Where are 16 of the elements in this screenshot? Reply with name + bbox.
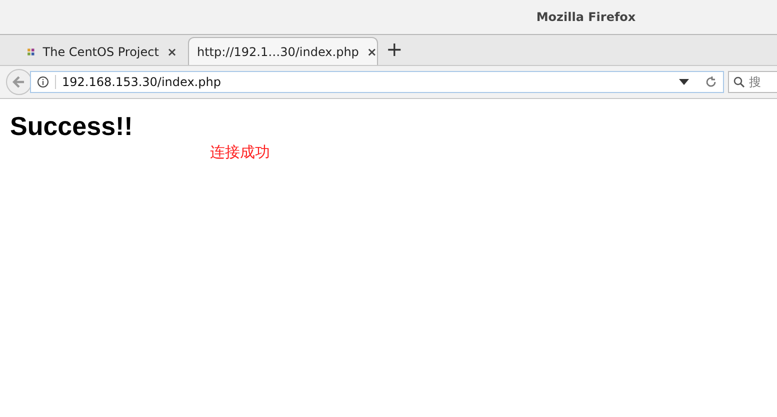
- back-arrow-icon: [12, 75, 26, 89]
- search-field[interactable]: 搜: [728, 71, 777, 93]
- close-icon[interactable]: ×: [366, 44, 377, 58]
- new-tab-button[interactable]: +: [386, 37, 403, 61]
- dropdown-icon[interactable]: [679, 79, 689, 85]
- reload-icon[interactable]: [705, 76, 717, 88]
- page-heading: Success!!: [10, 111, 133, 142]
- back-button[interactable]: [6, 69, 32, 95]
- close-icon[interactable]: ×: [166, 44, 177, 58]
- browser-tab[interactable]: The CentOS Project ×: [18, 37, 188, 65]
- info-icon: [37, 76, 49, 88]
- success-message: 连接成功: [210, 143, 270, 162]
- address-bar[interactable]: 192.168.153.30/index.php: [30, 71, 724, 93]
- search-icon: [733, 76, 745, 88]
- window-title: Mozilla Firefox: [536, 10, 636, 24]
- browser-tab[interactable]: http://192.1…30/index.php ×: [188, 37, 378, 65]
